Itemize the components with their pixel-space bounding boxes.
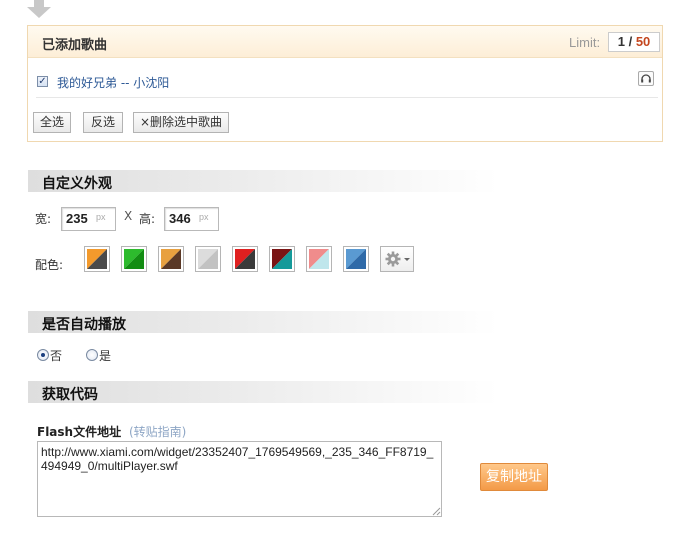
color-scheme-swatch-7[interactable] (306, 246, 332, 272)
limit-separator: / (628, 34, 633, 49)
color-scheme-swatch-8[interactable] (343, 246, 369, 272)
resize-grip-icon[interactable] (432, 507, 441, 516)
height-value: 346 (169, 211, 191, 226)
close-icon: × (139, 115, 151, 129)
limit-current: 1 (617, 34, 625, 49)
repost-guide-link[interactable]: (转贴指南) (129, 423, 186, 440)
height-unit: px (199, 212, 209, 222)
width-value: 235 (66, 211, 88, 226)
appearance-section-title: 自定义外观 (42, 176, 112, 192)
flash-url-label: Flash文件地址 (37, 425, 122, 439)
limit-label: Limit: (569, 35, 601, 50)
song-title[interactable]: 我的好兄弟 -- 小沈阳 (57, 74, 169, 91)
color-scheme-swatch-5[interactable] (232, 246, 258, 272)
width-unit: px (96, 212, 106, 222)
copy-address-button[interactable]: 复制地址 (480, 463, 548, 491)
custom-color-button[interactable] (380, 246, 414, 272)
select-all-button[interactable]: 全选 (33, 112, 71, 133)
appearance-section-header: 自定义外观 (28, 170, 498, 192)
panel-divider (36, 97, 658, 98)
song-checkbox[interactable]: ✓ (37, 76, 48, 87)
color-scheme-swatch-1[interactable] (84, 246, 110, 272)
width-input[interactable]: 235 px (61, 207, 116, 231)
get-code-section-title: 获取代码 (42, 387, 98, 403)
height-input[interactable]: 346 px (164, 207, 219, 231)
color-scheme-swatch-4[interactable] (195, 246, 221, 272)
height-label: 高: (139, 212, 156, 226)
delete-selected-label: 删除选中歌曲 (150, 115, 223, 129)
get-code-section-header: 获取代码 (28, 381, 498, 403)
added-songs-panel: 已添加歌曲 Limit: 1 / 50 ✓ 我的好兄弟 -- 小沈阳 全选 反选… (27, 25, 663, 142)
times-sign: X (124, 209, 133, 223)
invert-selection-button[interactable]: 反选 (83, 112, 123, 133)
added-songs-header: 已添加歌曲 Limit: 1 / 50 (28, 26, 662, 58)
autoplay-yes-label[interactable]: 是 (99, 347, 111, 364)
color-scheme-swatch-3[interactable] (158, 246, 184, 272)
autoplay-yes-radio[interactable] (86, 349, 98, 361)
headphones-icon[interactable] (638, 71, 654, 86)
gear-icon (385, 251, 410, 267)
autoplay-section-header: 是否自动播放 (28, 311, 498, 333)
radio-selected-dot (41, 353, 45, 357)
added-songs-title: 已添加歌曲 (42, 38, 108, 53)
delete-selected-button[interactable]: ×删除选中歌曲 (133, 112, 229, 133)
color-scheme-swatch-6[interactable] (269, 246, 295, 272)
autoplay-section-title: 是否自动播放 (42, 317, 126, 333)
down-arrow-icon (27, 0, 51, 18)
color-scheme-swatch-2[interactable] (121, 246, 147, 272)
flash-url-textarea[interactable]: http://www.xiami.com/widget/23352407_176… (37, 441, 442, 517)
color-scheme-label: 配色: (35, 258, 64, 272)
width-label: 宽: (35, 212, 52, 226)
chevron-down-icon (404, 258, 410, 261)
autoplay-no-label[interactable]: 否 (50, 347, 62, 364)
limit-max: 50 (635, 34, 651, 49)
limit-counter: 1 / 50 (608, 32, 660, 52)
autoplay-no-radio[interactable] (37, 349, 49, 361)
